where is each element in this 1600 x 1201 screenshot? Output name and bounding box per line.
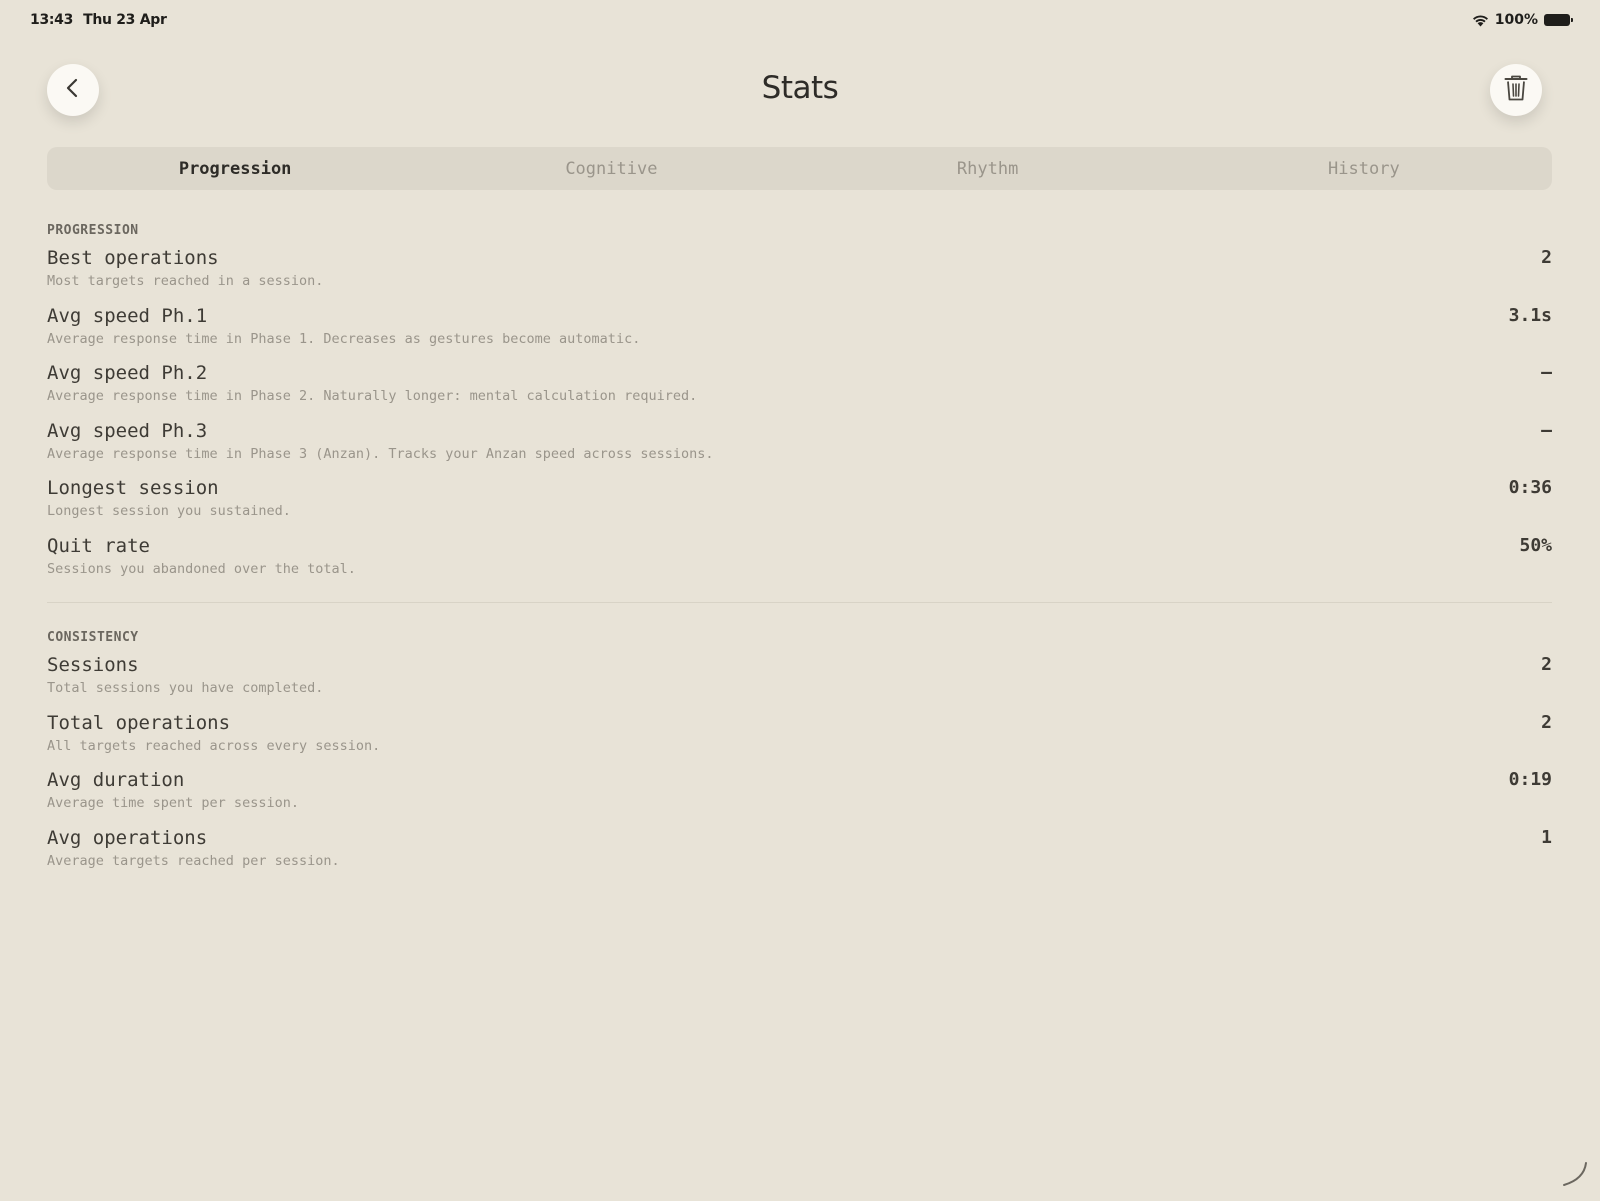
- stat-label: Longest session: [47, 477, 219, 499]
- status-left: 13:43 Thu 23 Apr: [30, 12, 167, 28]
- stat-label: Total operations: [47, 711, 231, 734]
- stat-label: Avg speed Ph.2: [47, 362, 208, 384]
- stat-description: Most targets reached in a session.: [47, 273, 324, 289]
- stat-description: Sessions you abandoned over the total.: [47, 560, 356, 577]
- page-title: Stats: [761, 70, 839, 106]
- stat-value: 1: [1541, 826, 1552, 848]
- stat-value: 2: [1541, 711, 1552, 733]
- battery-percentage: 100%: [1494, 12, 1538, 28]
- stat-value: 0:19: [1508, 769, 1552, 790]
- stat-description: Average targets reached per session.: [47, 852, 340, 869]
- stat-row: Avg speed Ph.3 Average response time in …: [47, 419, 1552, 477]
- stat-row: Avg duration Average time spent per sess…: [47, 768, 1552, 826]
- stat-description: Total sessions you have completed.: [47, 680, 324, 696]
- delete-button[interactable]: [1490, 64, 1542, 116]
- stat-row: Avg operations Average targets reached p…: [47, 826, 1552, 884]
- status-time: 13:43: [30, 12, 74, 28]
- tab-rhythm[interactable]: Rhythm: [800, 147, 1176, 190]
- stat-label: Avg speed Ph.3: [47, 419, 208, 442]
- stat-value: 0:36: [1508, 477, 1552, 498]
- stat-description: Average response time in Phase 3 (Anzan)…: [47, 445, 714, 462]
- section-divider: [47, 602, 1552, 603]
- status-date: Thu 23 Apr: [83, 12, 167, 28]
- stat-value: 2: [1541, 654, 1552, 675]
- stat-description: All targets reached across every session…: [47, 737, 381, 754]
- stat-description: Average response time in Phase 2. Natura…: [47, 388, 698, 404]
- stat-label: Avg speed Ph.1: [47, 304, 208, 327]
- status-right: 100%: [1472, 12, 1573, 28]
- stat-value: 50%: [1519, 534, 1552, 556]
- stat-label: Best operations: [47, 247, 219, 269]
- battery-icon: [1544, 14, 1573, 26]
- wifi-icon: [1472, 14, 1489, 27]
- stat-description: Longest session you sustained.: [47, 503, 291, 519]
- stat-row: Best operations Most targets reached in …: [47, 246, 1552, 304]
- stat-label: Quit rate: [47, 534, 150, 557]
- section-consistency: CONSISTENCY Sessions Total sessions you …: [47, 629, 1552, 883]
- stat-label: Avg duration: [47, 769, 185, 791]
- stat-row: Avg speed Ph.2 Average response time in …: [47, 361, 1552, 419]
- stat-description: Average response time in Phase 1. Decrea…: [47, 330, 641, 347]
- status-bar: 13:43 Thu 23 Apr 100%: [30, 10, 1573, 32]
- stat-value: 2: [1541, 247, 1552, 268]
- stat-description: Average time spent per session.: [47, 795, 299, 811]
- stat-value: 3.1s: [1508, 304, 1552, 326]
- tab-history[interactable]: History: [1176, 147, 1552, 190]
- stat-label: Avg operations: [47, 826, 208, 849]
- stats-content: PROGRESSION Best operations Most targets…: [47, 222, 1552, 883]
- stat-row: Longest session Longest session you sust…: [47, 476, 1552, 534]
- stat-row: Total operations All targets reached acr…: [47, 711, 1552, 769]
- resize-handle-icon[interactable]: [1560, 1159, 1590, 1193]
- section-title: CONSISTENCY: [47, 630, 139, 645]
- stat-row: Quit rate Sessions you abandoned over th…: [47, 534, 1552, 592]
- trash-icon: [1503, 74, 1529, 106]
- section-progression: PROGRESSION Best operations Most targets…: [47, 222, 1552, 591]
- tab-progression[interactable]: Progression: [47, 147, 423, 190]
- tab-cognitive[interactable]: Cognitive: [423, 147, 799, 190]
- section-title: PROGRESSION: [47, 223, 139, 238]
- stat-row: Sessions Total sessions you have complet…: [47, 653, 1552, 711]
- tab-bar: Progression Cognitive Rhythm History: [47, 147, 1552, 190]
- stat-row: Avg speed Ph.1 Average response time in …: [47, 304, 1552, 362]
- stat-value: –: [1541, 419, 1552, 441]
- stat-value: –: [1541, 362, 1552, 383]
- stat-label: Sessions: [47, 654, 139, 676]
